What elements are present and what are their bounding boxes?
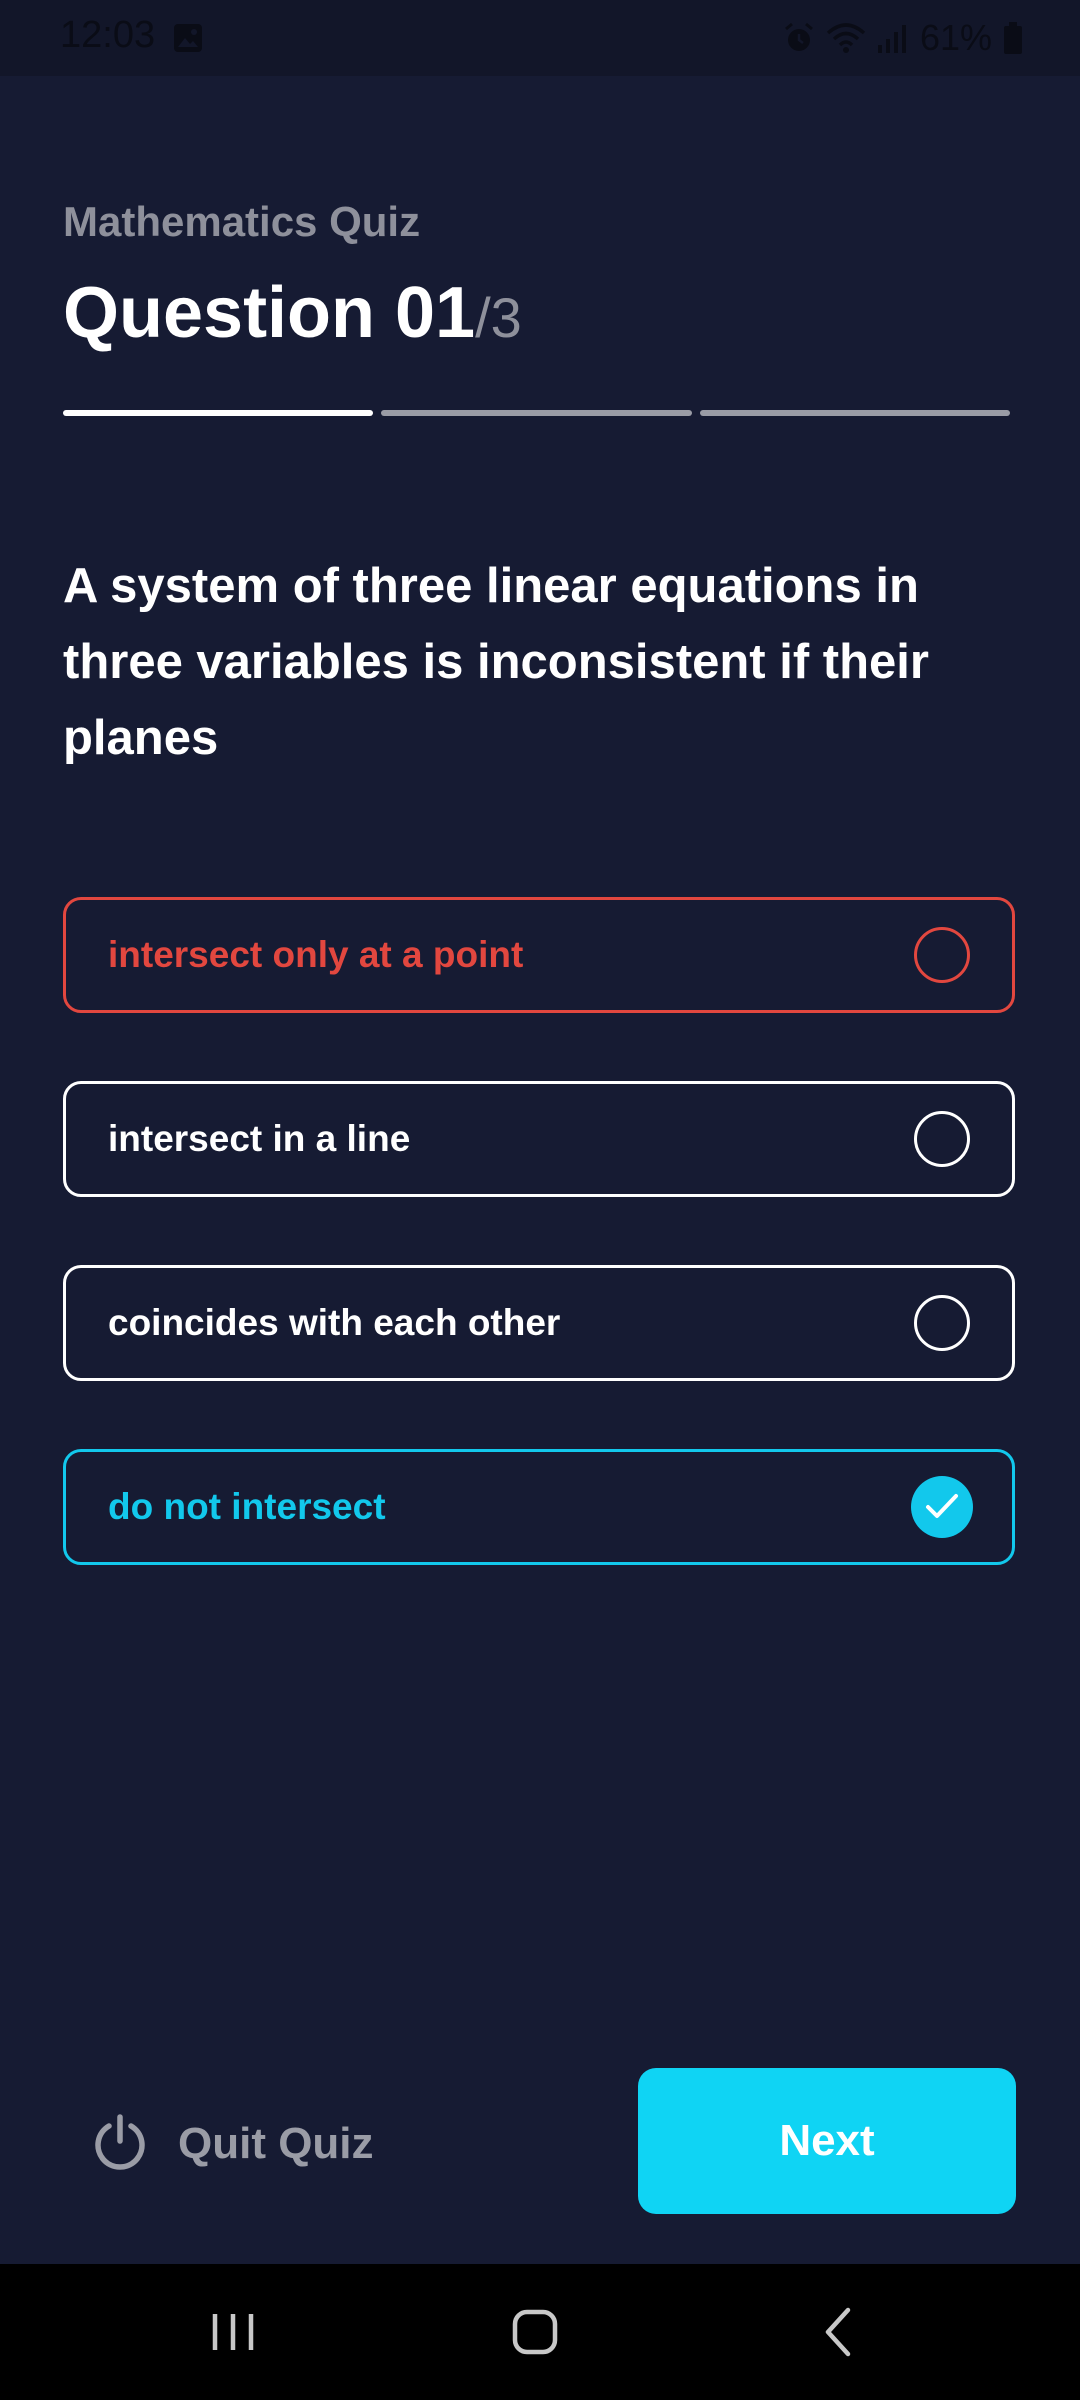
option-label: do not intersect [108, 1486, 386, 1527]
check-circle-icon [911, 1476, 973, 1538]
question-text: A system of three linear equations in th… [63, 559, 929, 765]
option-label: coincides with each other [108, 1302, 561, 1343]
radio-circle-icon [914, 927, 970, 983]
alarm-icon [782, 21, 816, 55]
quiz-screen: 12:03 61% Mathematics Quiz Question 01/3… [0, 0, 1080, 2400]
radio-circle-icon [914, 1295, 970, 1351]
answer-option-1[interactable]: intersect only at a point [63, 897, 1015, 1013]
system-nav-bar [0, 2264, 1080, 2400]
progress-segment [381, 410, 692, 416]
home-icon[interactable] [495, 2294, 575, 2370]
progress-segment [63, 410, 374, 416]
answer-option-3[interactable]: coincides with each other [63, 1265, 1015, 1381]
back-icon[interactable] [798, 2294, 878, 2370]
answer-option-4[interactable]: do not intersect [63, 1449, 1015, 1565]
photo-icon [172, 22, 204, 54]
option-label: intersect in a line [108, 1118, 411, 1159]
answer-option-2[interactable]: intersect in a line [63, 1081, 1015, 1197]
status-bar: 12:03 61% [0, 0, 1080, 76]
status-time: 12:03 [60, 14, 156, 56]
option-label: intersect only at a point [108, 934, 524, 975]
question-progress [63, 410, 1010, 416]
recent-apps-icon[interactable] [193, 2294, 273, 2370]
quit-quiz-label: Quit Quiz [178, 2119, 374, 2168]
battery-percent: 61% [919, 17, 992, 58]
next-button[interactable]: Next [638, 2068, 1016, 2214]
question-total: /3 [475, 286, 522, 349]
power-icon [92, 2113, 148, 2175]
question-number: Question 01 [63, 273, 476, 353]
signal-icon [876, 21, 910, 55]
quiz-subtitle: Mathematics Quiz [63, 198, 421, 245]
quit-quiz-button[interactable]: Quit Quiz [92, 2110, 374, 2178]
status-icons: 61% [782, 14, 1024, 62]
wifi-icon [826, 21, 866, 55]
question-title: Question 01/3 [63, 272, 522, 354]
radio-circle-icon [914, 1111, 970, 1167]
battery-icon [1002, 21, 1024, 55]
progress-segment [699, 410, 1010, 416]
